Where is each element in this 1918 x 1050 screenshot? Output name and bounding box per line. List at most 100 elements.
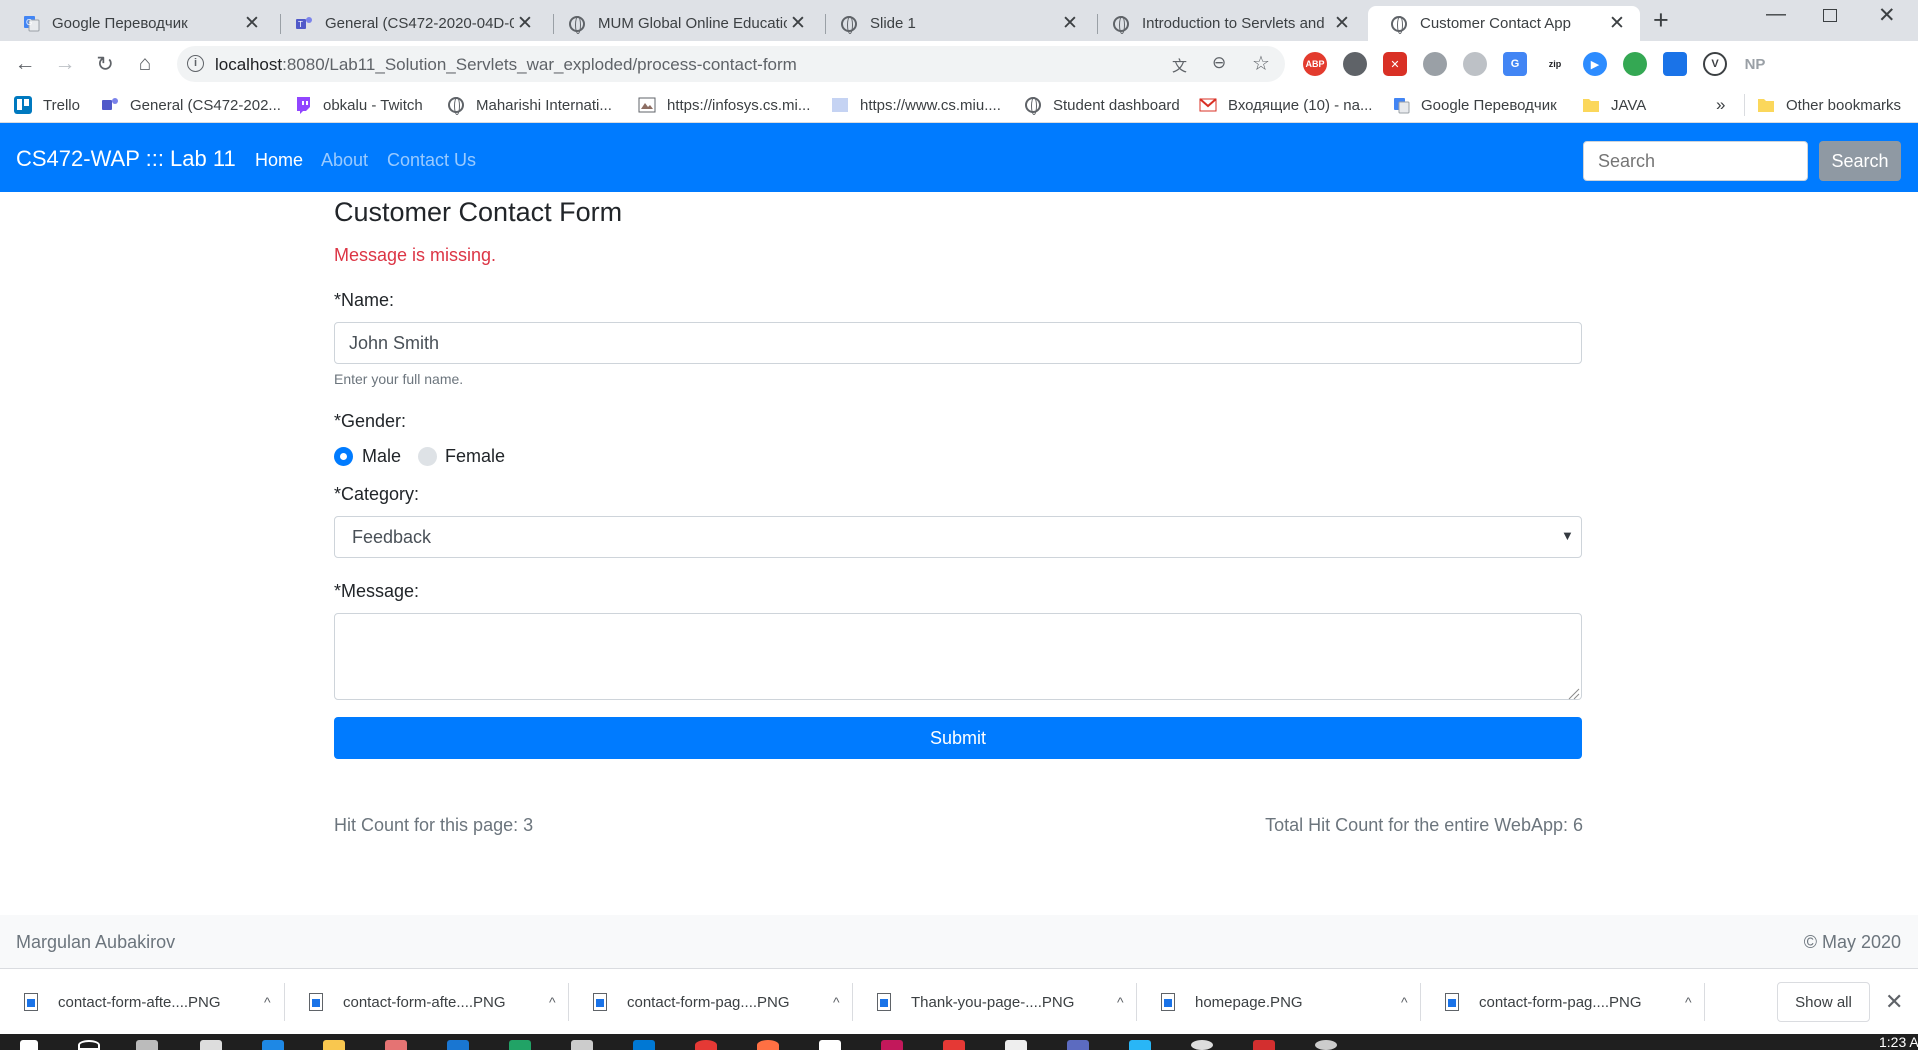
screencast-icon[interactable] xyxy=(1623,52,1647,76)
chevron-up-icon[interactable]: ^ xyxy=(1117,994,1124,1010)
category-select[interactable]: Feedback xyxy=(334,516,1582,558)
gitzip-icon[interactable]: zip xyxy=(1543,52,1567,76)
chevron-up-icon[interactable]: ^ xyxy=(833,994,840,1010)
bookmark-student-dashboard[interactable]: Student dashboard xyxy=(1024,95,1180,115)
outlook-icon[interactable] xyxy=(447,1040,469,1050)
vue-devtools-icon[interactable]: V xyxy=(1703,52,1727,76)
back-icon[interactable]: ← xyxy=(11,50,39,78)
home-icon[interactable]: ⌂ xyxy=(131,50,159,78)
taskbar-app-icon[interactable] xyxy=(633,1040,655,1050)
new-tab-button[interactable]: + xyxy=(1653,5,1669,36)
bookmark-twitch[interactable]: obkalu - Twitch xyxy=(294,95,423,115)
download-item[interactable]: Thank-you-page-....PNG ^ xyxy=(853,969,1124,1035)
shield-x-icon[interactable]: ✕ xyxy=(1383,52,1407,76)
maximize-icon[interactable] xyxy=(1823,9,1837,22)
chevron-down-icon[interactable]: ▼ xyxy=(1561,528,1574,543)
taskbar-app-icon[interactable] xyxy=(385,1040,407,1050)
translate-ext-icon[interactable]: G xyxy=(1503,52,1527,76)
excel-icon[interactable] xyxy=(509,1040,531,1050)
minimize-icon[interactable]: — xyxy=(1766,3,1786,26)
other-bookmarks[interactable]: Other bookmarks xyxy=(1757,95,1901,115)
close-icon[interactable]: ✕ xyxy=(787,12,809,35)
tab-teams-general[interactable]: T General (CS472-2020-04D-05 ✕ xyxy=(273,6,548,41)
submit-button[interactable]: Submit xyxy=(334,717,1582,759)
chevron-up-icon[interactable]: ^ xyxy=(1685,994,1692,1010)
download-item[interactable]: contact-form-pag....PNG ^ xyxy=(1421,969,1692,1035)
gender-option-male[interactable]: Male xyxy=(362,446,401,467)
download-item[interactable]: contact-form-afte....PNG ^ xyxy=(285,969,556,1035)
info-icon[interactable]: i xyxy=(187,55,204,72)
edge-icon[interactable] xyxy=(262,1040,284,1050)
gender-radio-male[interactable] xyxy=(334,447,353,466)
url-text[interactable]: localhost:8080/Lab11_Solution_Servlets_w… xyxy=(215,55,797,75)
reload-icon[interactable]: ↻ xyxy=(91,50,119,78)
bookmark-trello[interactable]: Trello xyxy=(14,95,80,115)
chrome-icon[interactable] xyxy=(695,1040,717,1050)
nav-link-about[interactable]: About xyxy=(321,150,368,171)
search-input[interactable] xyxy=(1583,141,1808,181)
bookmark-java-folder[interactable]: JAVA xyxy=(1582,95,1646,115)
close-window-icon[interactable]: ✕ xyxy=(1878,3,1896,28)
taskbar-app-icon[interactable] xyxy=(757,1040,779,1050)
name-field[interactable]: John Smith xyxy=(334,322,1582,364)
download-item[interactable]: homepage.PNG ^ xyxy=(1137,969,1408,1035)
bookmarks-overflow-button[interactable]: » xyxy=(1716,95,1725,115)
forward-icon[interactable]: → xyxy=(51,50,79,78)
task-view-icon[interactable] xyxy=(136,1040,158,1050)
taskbar-app-icon[interactable] xyxy=(200,1040,222,1050)
taskbar-app-icon[interactable] xyxy=(1129,1040,1151,1050)
taskbar-app-icon[interactable] xyxy=(571,1040,593,1050)
chevron-up-icon[interactable]: ^ xyxy=(264,994,271,1010)
zoom-icon[interactable]: ⊖ xyxy=(1212,53,1226,73)
close-icon[interactable]: ✕ xyxy=(241,12,263,35)
navbar-brand[interactable]: CS472-WAP ::: Lab 11 xyxy=(16,146,236,172)
bookmark-cs-miu[interactable]: https://www.cs.miu.... xyxy=(831,95,1001,115)
close-icon[interactable]: ✕ xyxy=(1331,12,1353,35)
message-textarea[interactable] xyxy=(334,613,1582,700)
bookmark-star-icon[interactable]: ☆ xyxy=(1252,51,1270,76)
translate-icon[interactable]: 文 xyxy=(1172,55,1187,76)
adblock-icon[interactable]: ABP xyxy=(1303,52,1327,76)
bookmark-google-translate[interactable]: Google Переводчик xyxy=(1392,95,1557,115)
close-icon[interactable]: ✕ xyxy=(1606,12,1628,35)
box-icon[interactable] xyxy=(1663,52,1687,76)
cookie-icon[interactable] xyxy=(1423,52,1447,76)
download-item[interactable]: contact-form-afte....PNG ^ xyxy=(0,969,271,1035)
gender-option-female[interactable]: Female xyxy=(445,446,505,467)
explorer-icon[interactable] xyxy=(323,1040,345,1050)
windows-start-icon[interactable] xyxy=(20,1040,38,1050)
search-icon[interactable] xyxy=(78,1040,100,1050)
pdf-icon[interactable] xyxy=(1253,1040,1275,1050)
show-all-button[interactable]: Show all xyxy=(1777,982,1870,1022)
tab-customer-contact[interactable]: Customer Contact App ✕ xyxy=(1368,6,1640,41)
paw-icon[interactable] xyxy=(1463,52,1487,76)
taskbar-app-icon[interactable] xyxy=(943,1040,965,1050)
notepad-icon[interactable] xyxy=(1005,1040,1027,1050)
nav-link-home[interactable]: Home xyxy=(255,150,303,171)
zoom-app-icon[interactable]: ▶ xyxy=(1583,52,1607,76)
taskbar-app-icon[interactable] xyxy=(819,1040,841,1050)
gender-radio-female[interactable] xyxy=(418,447,437,466)
nav-link-contact[interactable]: Contact Us xyxy=(387,150,476,171)
bookmark-infosys[interactable]: https://infosys.cs.mi... xyxy=(638,95,810,115)
teams-icon[interactable] xyxy=(1067,1040,1089,1050)
chevron-up-icon[interactable]: ^ xyxy=(1401,994,1408,1010)
close-icon[interactable]: ✕ xyxy=(1059,12,1081,35)
settings-icon[interactable] xyxy=(1191,1040,1213,1050)
taskbar-clock[interactable]: 1:23 AM xyxy=(1879,1034,1918,1050)
intellij-icon[interactable] xyxy=(881,1040,903,1050)
search-button[interactable]: Search xyxy=(1819,141,1901,181)
settings-icon[interactable] xyxy=(1315,1040,1337,1050)
resize-handle-icon[interactable] xyxy=(1566,686,1580,700)
address-bar[interactable]: i localhost:8080/Lab11_Solution_Servlets… xyxy=(177,46,1285,82)
close-icon[interactable]: ✕ xyxy=(1885,989,1903,1015)
chevron-up-icon[interactable]: ^ xyxy=(549,994,556,1010)
close-icon[interactable]: ✕ xyxy=(514,12,536,35)
tab-google-translate[interactable]: G Google Переводчик ✕ xyxy=(0,6,275,41)
bookmark-teams[interactable]: General (CS472-202... xyxy=(101,95,281,115)
tab-servlets-intro[interactable]: Introduction to Servlets and ✕ xyxy=(1090,6,1365,41)
download-item[interactable]: contact-form-pag....PNG ^ xyxy=(569,969,840,1035)
bookmark-maharishi[interactable]: Maharishi Internati... xyxy=(447,95,612,115)
extension-circle-icon[interactable] xyxy=(1343,52,1367,76)
tab-slide-1[interactable]: Slide 1 ✕ xyxy=(818,6,1093,41)
